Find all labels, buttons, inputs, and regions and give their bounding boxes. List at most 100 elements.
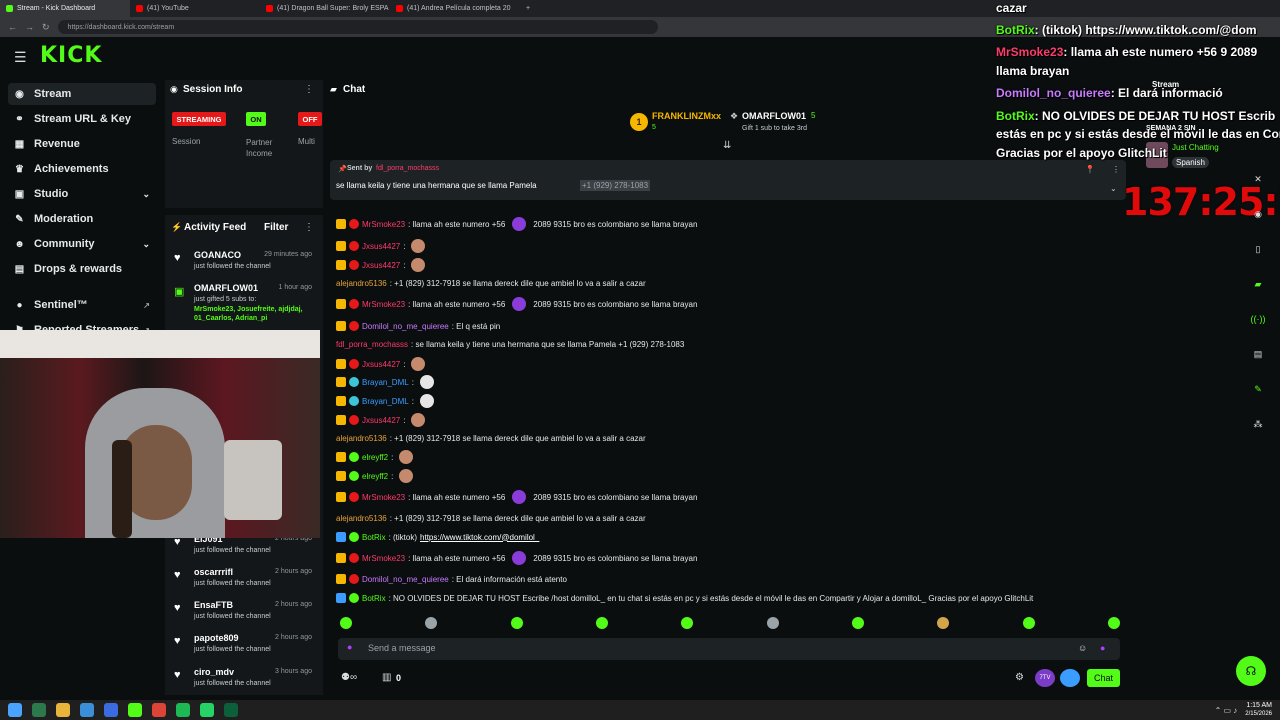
chat-username[interactable]: Jxsus4427 <box>362 242 400 251</box>
sidebar-item-sentinel[interactable]: ● Sentinel™ ↗ <box>8 294 156 316</box>
filter-button[interactable]: Filter <box>264 222 288 233</box>
message-input-box[interactable] <box>338 638 1120 660</box>
start-icon[interactable] <box>8 703 22 717</box>
chat-username[interactable]: Jxsus4427 <box>362 360 400 369</box>
browser-tab-0[interactable]: Stream - Kick Dashboard <box>0 0 130 17</box>
broadcast-icon[interactable]: ◉ <box>1245 201 1271 227</box>
chat-username[interactable]: MrSmoke23 <box>362 493 405 502</box>
kick-icon[interactable] <box>128 703 142 717</box>
activity-username[interactable]: oscarrrifl <box>194 567 233 577</box>
more-options-icon[interactable]: ⋮ <box>304 84 314 95</box>
emote-icon[interactable] <box>937 617 950 629</box>
7tv-emote-icon[interactable]: ● <box>1100 643 1105 653</box>
users-icon[interactable]: ⚉∞ <box>341 672 357 683</box>
leader-1-name[interactable]: FRANKLINZMxx <box>652 111 721 121</box>
settings-icon[interactable]: ⚙ <box>1015 672 1024 683</box>
emoji-icon[interactable]: ☺ <box>1078 643 1087 653</box>
sidebar-item-moderation[interactable]: ✎ Moderation <box>8 208 156 230</box>
tray-icons[interactable]: ⌃ ▭ ♪ <box>1215 706 1238 715</box>
chat-username[interactable]: Jxsus4427 <box>362 261 400 270</box>
more-options-icon[interactable]: ⋮ <box>304 222 314 233</box>
sidebar-item-stream[interactable]: ◉ Stream <box>8 83 156 105</box>
chat-username[interactable]: Domilol_no_me_quieree <box>362 322 449 331</box>
chat-toggle-icon[interactable]: ▰ <box>1245 271 1271 297</box>
category-label[interactable]: Just Chatting <box>1172 143 1219 152</box>
browser-tab-2[interactable]: (41) Dragon Ball Super: Broly ESPA <box>260 0 390 17</box>
url-field[interactable]: https://dashboard.kick.com/stream <box>57 20 658 34</box>
sidebar-item-drops-rewards[interactable]: ▤ Drops & rewards <box>8 258 156 280</box>
support-button[interactable]: ☊ <box>1236 656 1266 686</box>
chrome-icon[interactable] <box>152 703 166 717</box>
reload-icon[interactable]: ↻ <box>42 22 50 33</box>
back-icon[interactable]: ← <box>8 22 17 32</box>
emote-icon[interactable] <box>510 617 523 629</box>
chevron-down-icon[interactable]: ⌄ <box>142 239 150 250</box>
activity-username[interactable]: papote809 <box>194 633 239 643</box>
emote-icon[interactable] <box>851 617 864 629</box>
chat-username[interactable]: alejandro5136 <box>336 279 387 288</box>
folder-icon[interactable] <box>56 703 70 717</box>
emote-icon[interactable] <box>681 617 694 629</box>
gift-icon[interactable]: ▥ <box>382 672 391 683</box>
chat-username[interactable]: MrSmoke23 <box>362 554 405 563</box>
chat-send-button[interactable]: Chat <box>1087 669 1120 687</box>
chat-username[interactable]: elreyff2 <box>362 453 388 462</box>
emote-icon[interactable] <box>595 617 608 629</box>
wrench-icon[interactable]: ✎ <box>1245 376 1271 402</box>
sidebar-item-revenue[interactable]: ▦ Revenue <box>8 133 156 155</box>
activity-username[interactable]: GOANACO <box>194 250 241 260</box>
document-icon[interactable]: ▯ <box>1245 236 1271 262</box>
chat-username[interactable]: elreyff2 <box>362 472 388 481</box>
app-icon[interactable] <box>32 703 46 717</box>
emote-icon[interactable] <box>425 617 438 629</box>
chat-username[interactable]: Jxsus4427 <box>362 416 400 425</box>
sidebar-item-studio[interactable]: ▣ Studio ⌄ <box>8 183 156 205</box>
signal-icon[interactable]: ((·)) <box>1245 306 1271 332</box>
browser-tab-3[interactable]: (41) Andrea Película completa 20 <box>390 0 520 17</box>
kick-logo[interactable]: KICK <box>40 43 102 68</box>
microphone-icon[interactable]: ● <box>347 642 352 652</box>
emote-icon[interactable] <box>1107 617 1120 629</box>
app-icon[interactable] <box>104 703 118 717</box>
more-options-icon[interactable]: ⋮ <box>1112 165 1120 174</box>
activity-username[interactable]: EnsaFTB <box>194 600 233 610</box>
sidebar-item-community[interactable]: ☻ Community ⌄ <box>8 233 156 255</box>
chat-username[interactable]: BotRix <box>362 594 386 603</box>
new-tab-button[interactable]: + <box>520 0 540 17</box>
spotify-icon[interactable] <box>176 703 190 717</box>
edge-icon[interactable] <box>80 703 94 717</box>
terminal-icon[interactable] <box>224 703 238 717</box>
whatsapp-icon[interactable] <box>200 703 214 717</box>
sidebar-item-stream-url-key[interactable]: ⚭ Stream URL & Key <box>8 108 156 130</box>
chat-username[interactable]: fdl_porra_mochasss <box>336 340 408 349</box>
chat-username[interactable]: alejandro5136 <box>336 434 387 443</box>
chat-username[interactable]: Domilol_no_me_quieree <box>362 575 449 584</box>
chat-username[interactable]: alejandro5136 <box>336 514 387 523</box>
chat-username[interactable]: BotRix <box>362 533 386 542</box>
sidebar-item-achievements[interactable]: ♛ Achievements <box>8 158 156 180</box>
collapse-icon[interactable]: ⇊ <box>723 140 731 151</box>
chat-username[interactable]: Brayan_DML <box>362 397 409 406</box>
emote-icon[interactable] <box>1022 617 1035 629</box>
expand-icon[interactable]: ⌄ <box>1110 184 1117 193</box>
chat-username[interactable]: Brayan_DML <box>362 378 409 387</box>
menu-icon[interactable]: ☰ <box>14 49 27 66</box>
layout-icon[interactable]: ▤ <box>1245 341 1271 367</box>
chat-link[interactable]: https://www.tiktok.com/@domilol_ <box>420 533 539 542</box>
pinned-sender[interactable]: fdl_porra_mochasss <box>376 165 439 172</box>
7tv-button[interactable]: 7TV <box>1035 669 1055 687</box>
emote-icon[interactable] <box>340 617 352 629</box>
network-icon[interactable]: ⁂ <box>1245 411 1271 437</box>
message-input[interactable]: Send a message <box>368 643 436 653</box>
activity-username[interactable]: ciro_mdv <box>194 667 234 677</box>
close-icon[interactable]: ✕ <box>1245 166 1271 192</box>
emote-icon[interactable] <box>766 617 779 629</box>
chat-username[interactable]: MrSmoke23 <box>362 300 405 309</box>
activity-username[interactable]: OMARFLOW01 <box>194 283 258 293</box>
chat-username[interactable]: MrSmoke23 <box>362 220 405 229</box>
forward-icon[interactable]: → <box>25 22 34 32</box>
chevron-down-icon[interactable]: ⌄ <box>142 189 150 200</box>
leader-2-name[interactable]: OMARFLOW01 <box>742 111 806 121</box>
bttv-button[interactable] <box>1060 669 1080 687</box>
browser-tab-1[interactable]: (41) YouTube <box>130 0 260 17</box>
